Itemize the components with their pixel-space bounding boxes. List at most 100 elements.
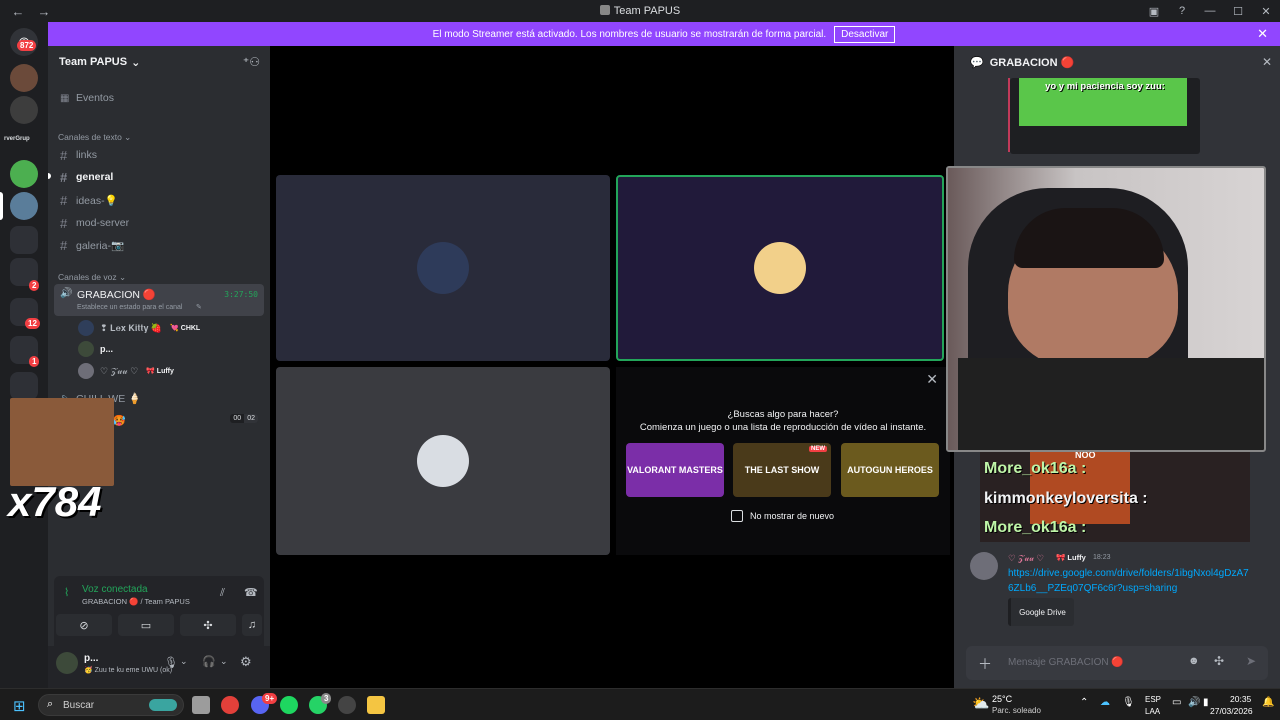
participant-tile[interactable]	[276, 175, 610, 361]
weather-icon[interactable]: ⛅	[972, 695, 989, 712]
user-panel-name[interactable]: p...	[84, 653, 98, 664]
minimize-icon[interactable]: —	[1196, 5, 1224, 17]
title-bar: ← → Team PAPUS ▣ ? — ☐ ✕	[0, 0, 1280, 22]
chat-input[interactable]: ＋ Mensaje GRABACION 🔴 ☻ ✣ ➤	[966, 646, 1268, 680]
emoji-icon[interactable]: ☻	[1188, 655, 1200, 667]
whatsapp-badge: 3	[321, 693, 332, 704]
noise-suppression-icon[interactable]: ⫽	[220, 587, 225, 600]
signal-icon[interactable]: ⌇	[64, 586, 69, 599]
chevron-down-icon[interactable]: ⌄	[220, 656, 228, 667]
microphone-icon[interactable]: 🎙	[164, 656, 178, 669]
game-card-last-show[interactable]: THE LAST SHOW NEW	[733, 443, 831, 497]
channel-ideas[interactable]: # ideas-💡	[54, 190, 264, 210]
disable-streamer-button[interactable]: Desactivar	[834, 25, 896, 43]
chrome-icon[interactable]	[221, 696, 239, 714]
set-status-prompt[interactable]: Establece un estado para el canal	[77, 304, 182, 311]
chat-input-placeholder: Mensaje GRABACION 🔴	[1008, 657, 1124, 668]
forward-icon[interactable]: →	[36, 4, 52, 19]
voice-channel-grabacion[interactable]: 🔊 GRABACION 🔴 3:27:50 Establece un estad…	[54, 284, 264, 316]
overlay-line: kimmonkeyloversita :	[984, 490, 1148, 508]
chevron-up-icon[interactable]: ⌃	[1080, 697, 1088, 708]
server-folder-5[interactable]	[10, 372, 38, 400]
message-link[interactable]: https://drive.google.com/drive/folders/1…	[1008, 566, 1252, 596]
add-attachment-icon[interactable]: ＋	[978, 654, 992, 674]
close-window-icon[interactable]: ✕	[1252, 5, 1280, 18]
activities-button[interactable]: ✣	[180, 614, 236, 636]
maximize-icon[interactable]: ☐	[1224, 5, 1252, 18]
image-attachment[interactable]: yo y mi paciencia soy zuu:	[1010, 78, 1200, 154]
volume-icon[interactable]: 🔊	[1188, 697, 1200, 708]
game-card-valorant[interactable]: VALORANT MASTERS	[626, 443, 724, 497]
avatar[interactable]	[56, 652, 78, 674]
back-icon[interactable]: ←	[10, 4, 26, 19]
participant-tile[interactable]	[276, 367, 610, 555]
taskbar-search[interactable]: ⌕ Buscar	[38, 694, 184, 716]
server-icon-1[interactable]	[10, 64, 38, 92]
link-embed[interactable]: Google Drive	[1008, 598, 1074, 626]
add-member-icon[interactable]: ⁺⚇	[243, 55, 260, 69]
channel-mod-server[interactable]: # mod-server	[54, 213, 264, 233]
server-icon-3[interactable]	[10, 160, 38, 188]
game-card-label: VALORANT MASTERS	[627, 465, 723, 475]
server-icon-4[interactable]	[10, 192, 38, 220]
voice-user[interactable]: ❢ 𝐋𝐞𝐱 𝐊𝐢𝐭𝐭𝐲 🍓 💘 CHKL	[78, 319, 200, 337]
window-title: Team PAPUS	[0, 5, 1280, 17]
clock-time[interactable]: 20:35	[1230, 694, 1251, 704]
checkbox[interactable]	[731, 510, 743, 522]
close-banner-icon[interactable]: ✕	[1257, 26, 1268, 42]
disconnect-icon[interactable]: ☎	[244, 586, 258, 599]
user-count-limit: 02	[244, 414, 258, 423]
message-author[interactable]: ♡ 𝒵𝓊𝓊 ♡	[1008, 553, 1044, 564]
windows-start-icon[interactable]: ⊞	[13, 697, 26, 715]
camera-off-button[interactable]: ⊘	[56, 614, 112, 636]
channel-galeria[interactable]: # galeria-📷	[54, 235, 264, 255]
battery-icon[interactable]: ▮	[1203, 697, 1209, 708]
chevron-down-icon[interactable]: ⌄	[180, 656, 188, 667]
server-icon-2[interactable]	[10, 96, 38, 124]
guild-header[interactable]: Team PAPUS ⌄ ⁺⚇	[48, 46, 270, 78]
speaker-icon: 🔊	[60, 288, 73, 299]
apps-icon[interactable]: ✣	[1214, 654, 1224, 668]
spotify-icon[interactable]	[280, 696, 298, 714]
file-explorer-icon[interactable]	[367, 696, 385, 714]
microphone-tray-icon[interactable]: 🎙	[1122, 697, 1135, 708]
pencil-icon[interactable]: ✎	[196, 303, 202, 311]
text-category[interactable]: Canales de texto ⌄	[58, 132, 131, 143]
close-chat-icon[interactable]: ✕	[1262, 55, 1272, 69]
voice-user[interactable]: p...	[78, 340, 113, 358]
server-folder-label[interactable]: rverGrup	[4, 136, 30, 142]
window-title-text: Team PAPUS	[613, 5, 681, 17]
clock-date[interactable]: 27/03/2026	[1210, 706, 1253, 716]
discord-taskbar-badge: 9+	[262, 693, 278, 704]
settings-icon[interactable]: ⚙	[240, 654, 252, 670]
obs-icon[interactable]	[338, 696, 356, 714]
webcam-overlay	[946, 166, 1266, 452]
task-view-icon[interactable]	[192, 696, 210, 714]
headphones-icon[interactable]: 🎧	[202, 655, 216, 668]
channel-general[interactable]: # general	[54, 167, 264, 187]
notification-icon[interactable]: 🔔	[1262, 697, 1274, 708]
server-folder-1[interactable]	[10, 226, 38, 254]
cloud-icon[interactable]: ☁	[1100, 697, 1110, 708]
participant-tile-speaking[interactable]	[616, 175, 944, 361]
voice-category[interactable]: Canales de voz ⌄	[58, 272, 126, 283]
avatar	[78, 341, 94, 357]
send-icon[interactable]: ➤	[1246, 654, 1256, 668]
avatar[interactable]	[970, 552, 998, 580]
close-icon[interactable]: ✕	[926, 371, 938, 388]
soundboard-button[interactable]: ♫	[242, 614, 262, 636]
help-icon[interactable]: ?	[1168, 5, 1196, 17]
game-card-autogun[interactable]: AUTOGUN HEROES	[841, 443, 939, 497]
network-icon[interactable]: ▭	[1172, 697, 1181, 708]
language-label[interactable]: ESP	[1145, 695, 1161, 704]
chat-header: 💬 GRABACION 🔴 ✕	[954, 46, 1280, 78]
channel-links[interactable]: # links	[54, 145, 264, 165]
inbox-icon[interactable]: ▣	[1140, 5, 1168, 18]
weather-temp[interactable]: 25°C	[992, 694, 1012, 704]
dont-show-again[interactable]: No mostrar de nuevo	[731, 510, 834, 522]
events-item[interactable]: ▦ Eventos	[54, 88, 264, 108]
voice-connected-channel[interactable]: GRABACION 🔴 / Team PAPUS	[82, 597, 190, 606]
voice-user[interactable]: ♡ 𝒵𝓊𝓊 ♡ 🎀 Luffy	[78, 362, 174, 380]
screen-share-button[interactable]: ▭	[118, 614, 174, 636]
layout-label[interactable]: LAA	[1145, 707, 1160, 716]
